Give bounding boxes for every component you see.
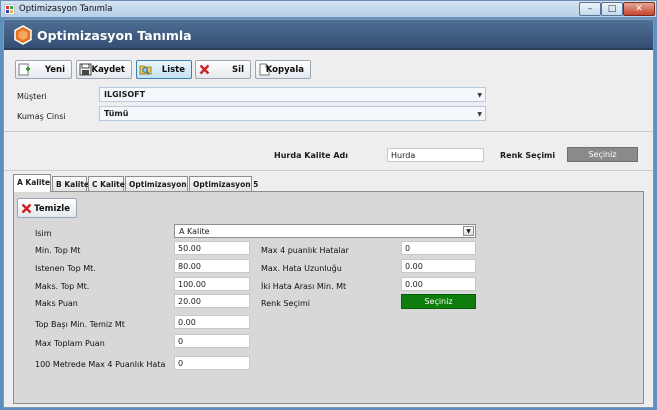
fabric-label: Kumaş Cinsi: [17, 112, 66, 121]
close-button[interactable]: ✕: [623, 2, 655, 16]
field-label: Istenen Top Mt.: [35, 264, 96, 273]
max-total-score-input[interactable]: 0: [174, 334, 250, 348]
color-select-label: Renk Seçimi: [261, 299, 311, 308]
field-label: Max 4 puanlık Hatalar: [261, 246, 349, 255]
tab-b-kalite[interactable]: B Kalite: [52, 176, 89, 191]
quality-color-button[interactable]: Seçiniz: [401, 294, 476, 309]
new-button[interactable]: Yeni: [15, 60, 72, 79]
fabric-combo[interactable]: Tümü ▼: [99, 106, 486, 121]
divider: [4, 131, 653, 132]
delete-button-label: Sil: [232, 65, 244, 75]
window-titlebar: Optimizasyon Tanımla – □ ✕: [0, 0, 657, 18]
save-button-label: Kaydet: [91, 65, 125, 75]
field-label: Maks. Top Mt.: [35, 282, 90, 291]
name-value: A Kalite: [179, 227, 210, 236]
field-label: Top Başı Min. Temiz Mt: [35, 320, 125, 329]
target-top-mt-input[interactable]: 80.00: [174, 259, 250, 273]
page-title: Optimizasyon Tanımla: [37, 28, 192, 43]
min-top-mt-input[interactable]: 50.00: [174, 241, 250, 255]
new-button-label: Yeni: [44, 65, 65, 75]
delete-x-icon: [199, 64, 210, 75]
clear-button-label: Temizle: [34, 204, 70, 214]
new-icon: [18, 63, 30, 76]
chevron-down-icon: ▼: [477, 111, 482, 118]
copy-button-label: Kopyala: [265, 65, 304, 75]
field-label: Min. Top Mt: [35, 246, 81, 255]
max-top-mt-input[interactable]: 100.00: [174, 277, 250, 291]
field-label: 100 Metrede Max 4 Puanlık Hata: [35, 360, 166, 369]
scrap-name-input[interactable]: Hurda: [387, 148, 484, 162]
folder-search-icon: [139, 65, 152, 75]
max-score-input[interactable]: 20.00: [174, 294, 250, 308]
floppy-disk-icon: [79, 63, 92, 76]
minimize-button[interactable]: –: [579, 2, 601, 16]
clear-x-icon: [21, 203, 32, 214]
tab-c-kalite[interactable]: C Kalite: [88, 176, 125, 191]
tab-optimizasyon-4[interactable]: Optimizasyon 4: [125, 176, 194, 191]
divider: [4, 170, 653, 171]
page-header: Optimizasyon Tanımla: [4, 20, 653, 50]
chevron-down-icon: ▼: [477, 92, 482, 99]
customer-value: ILGISOFT: [104, 90, 146, 99]
window-client: Optimizasyon Tanımla Yeni Kaydet Liste S…: [3, 19, 654, 408]
color-select-label: Renk Seçimi: [500, 151, 556, 160]
field-label: Maks Puan: [35, 299, 78, 308]
chevron-down-icon: ▼: [463, 226, 474, 236]
tab-optimizasyon-5[interactable]: Optimizasyon 5: [189, 176, 258, 191]
window-title: Optimizasyon Tanımla: [19, 4, 113, 14]
min-clean-mt-input[interactable]: 0.00: [174, 315, 250, 329]
delete-button[interactable]: Sil: [195, 60, 251, 79]
field-label: Max Toplam Puan: [35, 339, 105, 348]
clear-button[interactable]: Temizle: [17, 198, 77, 218]
list-button[interactable]: Liste: [136, 60, 192, 79]
max-4pt-per-100m-input[interactable]: 0: [174, 356, 250, 370]
field-label: İki Hata Arası Min. Mt: [261, 282, 347, 291]
hexagon-logo-icon: [14, 25, 32, 45]
max-defect-length-input[interactable]: 0.00: [401, 259, 476, 273]
name-combo[interactable]: A Kalite ▼: [174, 224, 476, 238]
scrap-label: Hurda Kalite Adı: [274, 151, 349, 160]
app-icon: [4, 4, 15, 15]
tab-a-kalite[interactable]: A Kalite: [13, 174, 51, 192]
save-button[interactable]: Kaydet: [76, 60, 132, 79]
fabric-value: Tümü: [104, 109, 129, 118]
list-button-label: Liste: [161, 65, 185, 75]
copy-button[interactable]: Kopyala: [255, 60, 311, 79]
min-gap-between-defects-input[interactable]: 0.00: [401, 277, 476, 291]
name-label: Isim: [35, 229, 52, 238]
max-4pt-defects-input[interactable]: 0: [401, 241, 476, 255]
quality-panel: Temizle Isim A Kalite ▼ Min. Top Mt 50.0…: [13, 191, 644, 404]
customer-combo[interactable]: ILGISOFT ▼: [99, 87, 486, 102]
customer-label: Müşteri: [17, 92, 47, 101]
scrap-color-button[interactable]: Seçiniz: [567, 147, 638, 162]
field-label: Max. Hata Uzunluğu: [261, 264, 342, 273]
maximize-button[interactable]: □: [601, 2, 623, 16]
